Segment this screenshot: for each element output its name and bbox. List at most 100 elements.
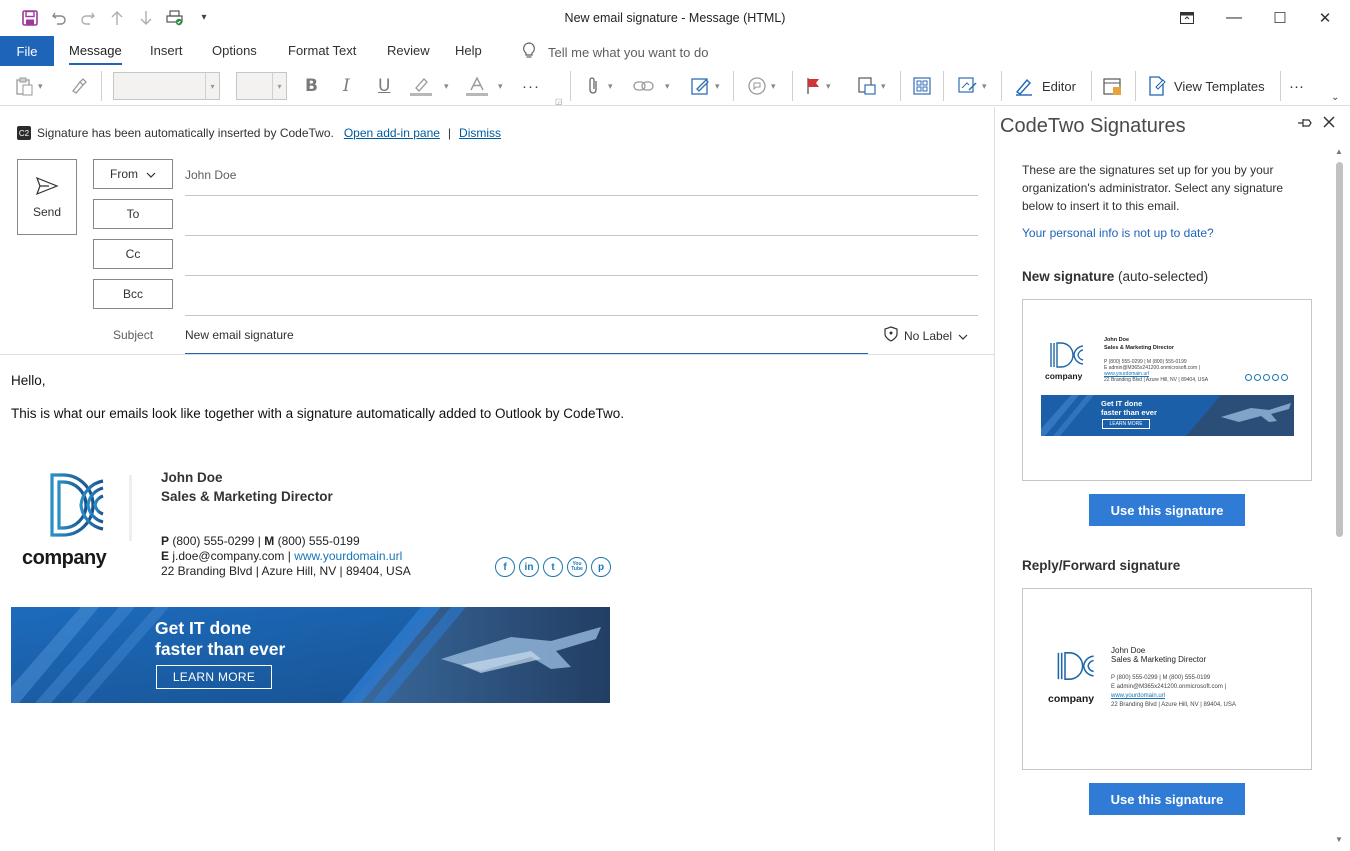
chevron-down-icon: [958, 329, 968, 343]
cc-button[interactable]: Cc: [93, 239, 173, 269]
underline-icon[interactable]: U: [378, 75, 390, 97]
use-reply-signature-button[interactable]: Use this signature: [1089, 783, 1245, 815]
signature-name: John Doe: [161, 470, 223, 485]
to-field[interactable]: [185, 235, 978, 236]
sensitivity-label-dropdown[interactable]: No Label: [884, 326, 968, 345]
scroll-up-icon[interactable]: ▲: [1335, 147, 1343, 156]
highlight-icon[interactable]: ▾: [410, 75, 449, 97]
infobar-separator: |: [447, 126, 452, 140]
ribbon-tabs: File Message Insert Options Format Text …: [0, 36, 1350, 66]
maximize-button[interactable]: ☐: [1268, 6, 1292, 30]
view-templates-label: View Templates: [1174, 78, 1265, 94]
bcc-button[interactable]: Bcc: [93, 279, 173, 309]
from-button[interactable]: From: [93, 159, 173, 189]
editor-button[interactable]: Editor: [1014, 75, 1076, 97]
pane-title: CodeTwo Signatures: [1000, 115, 1186, 137]
new-signature-preview[interactable]: company John Doe Sales & Marketing Direc…: [1022, 299, 1312, 481]
attach-file-icon[interactable]: ▾: [586, 75, 613, 97]
signature-icon[interactable]: ▾: [691, 75, 720, 97]
dismiss-link[interactable]: Dismiss: [459, 126, 501, 140]
tab-message[interactable]: Message: [69, 43, 122, 65]
personal-info-link[interactable]: Your personal info is not up to date?: [1022, 226, 1214, 240]
facebook-icon[interactable]: f: [495, 557, 515, 577]
tell-me-search[interactable]: Tell me what you want to do: [522, 42, 708, 62]
reply-signature-preview[interactable]: company John Doe Sales & Marketing Direc…: [1022, 588, 1312, 770]
message-body[interactable]: Hello, This is what our emails look like…: [11, 373, 624, 439]
sensitivity-label-text: No Label: [904, 328, 953, 343]
pane-scrollbar[interactable]: [1336, 162, 1343, 537]
codetwo-infobar: C2 Signature has been automatically inse…: [17, 126, 501, 140]
signature-title: Sales & Marketing Director: [161, 489, 333, 504]
pane-intro-text: These are the signatures set up for you …: [1022, 163, 1284, 213]
use-new-signature-button[interactable]: Use this signature: [1089, 494, 1245, 526]
dictate-icon[interactable]: ▾: [747, 75, 776, 97]
send-icon: [35, 176, 59, 199]
tell-me-placeholder: Tell me what you want to do: [548, 44, 709, 60]
tab-insert[interactable]: Insert: [150, 43, 183, 58]
signatures-addin-icon[interactable]: ▾: [958, 75, 987, 97]
body-paragraph: This is what our emails look like togeth…: [11, 406, 625, 421]
logo-wordmark: company: [22, 547, 107, 569]
more-options-icon[interactable]: ···: [1289, 75, 1304, 97]
youtube-icon[interactable]: You Tube: [567, 557, 587, 577]
ribbon-toolbar: ▾ ▾ ▾ B I U ▾ ▾ ··· ◲ ▾ ▾ ▾ ▾ ▾ ▾ ▾ Edit…: [0, 66, 1350, 106]
subject-label: Subject: [113, 328, 154, 342]
twitter-icon[interactable]: t: [543, 557, 563, 577]
send-button[interactable]: Send: [17, 159, 77, 235]
bold-icon[interactable]: B: [305, 75, 318, 97]
collapse-ribbon-icon[interactable]: ⌄: [1331, 86, 1339, 108]
calendar-icon[interactable]: [1103, 75, 1123, 97]
signature-address: 22 Branding Blvd | Azure Hill, NV | 8940…: [161, 564, 411, 578]
linkedin-icon[interactable]: in: [519, 557, 539, 577]
send-label: Send: [32, 204, 62, 219]
new-signature-heading: New signature (auto-selected): [1022, 269, 1209, 284]
chevron-down-icon: [146, 167, 156, 181]
lightbulb-icon: [522, 42, 536, 62]
from-value: John Doe: [185, 168, 237, 182]
editor-label: Editor: [1042, 78, 1076, 94]
reply-signature-heading: Reply/Forward signature: [1022, 558, 1181, 573]
open-addin-pane-link[interactable]: Open add-in pane: [344, 126, 440, 140]
paste-button[interactable]: ▾: [14, 75, 43, 97]
ribbon-display-icon[interactable]: [1175, 6, 1199, 30]
signature-phones: P (800) 555-0299 | M (800) 555-0199: [161, 534, 360, 548]
tab-options[interactable]: Options: [212, 43, 257, 58]
minimize-button[interactable]: —: [1222, 6, 1246, 30]
pin-icon[interactable]: [1297, 117, 1313, 132]
tab-help[interactable]: Help: [455, 43, 482, 58]
close-button[interactable]: ✕: [1313, 6, 1337, 30]
codetwo-signatures-pane: CodeTwo Signatures These are the signatu…: [995, 107, 1350, 851]
shield-icon: [884, 326, 898, 345]
link-icon[interactable]: ▾: [633, 75, 670, 97]
font-size-combo[interactable]: ▾: [236, 72, 287, 100]
infobar-message: Signature has been automatically inserte…: [37, 126, 334, 140]
font-color-icon[interactable]: ▾: [466, 75, 503, 97]
pinterest-icon[interactable]: p: [591, 557, 611, 577]
italic-icon[interactable]: I: [343, 75, 350, 97]
signature-contacts: E j.doe@company.com | www.yourdomain.url: [161, 549, 403, 563]
format-painter-icon[interactable]: [70, 75, 88, 97]
signature-website-link[interactable]: www.yourdomain.url: [294, 549, 402, 563]
tab-format-text[interactable]: Format Text: [288, 43, 356, 58]
company-logo: company: [11, 465, 141, 575]
sensitivity-icon[interactable]: ▾: [857, 75, 886, 97]
tab-review[interactable]: Review: [387, 43, 430, 58]
cc-field[interactable]: [185, 275, 978, 276]
scroll-down-icon[interactable]: ▼: [1335, 835, 1343, 844]
close-pane-icon[interactable]: [1323, 115, 1335, 133]
bcc-field[interactable]: [185, 315, 978, 316]
learn-more-button[interactable]: LEARN MORE: [156, 665, 272, 689]
title-bar: ▾ New email signature - Message (HTML) —…: [0, 0, 1350, 36]
compose-area: C2 Signature has been automatically inse…: [0, 107, 994, 851]
more-font-options-icon[interactable]: ···: [522, 75, 540, 97]
signature-banner[interactable]: Get IT done faster than ever LEARN MORE: [11, 607, 610, 703]
subject-input[interactable]: New email signature: [185, 328, 294, 342]
flag-icon[interactable]: ▾: [806, 75, 831, 97]
apps-icon[interactable]: [913, 75, 931, 97]
tab-file[interactable]: File: [0, 36, 54, 66]
social-icons: f in t You Tube p: [495, 557, 611, 577]
email-signature: company John Doe Sales & Marketing Direc…: [11, 465, 611, 578]
font-name-combo[interactable]: ▾: [113, 72, 220, 100]
to-button[interactable]: To: [93, 199, 173, 229]
view-templates-button[interactable]: View Templates: [1148, 75, 1265, 97]
